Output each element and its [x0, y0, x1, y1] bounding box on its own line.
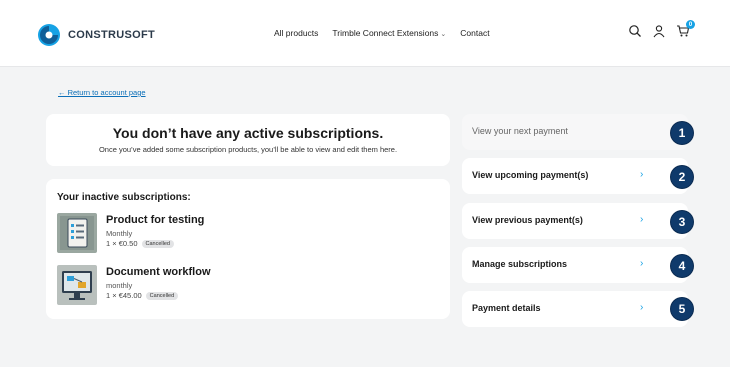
subscription-price: 1 × €0.50	[106, 239, 138, 248]
subscription-period: monthly	[106, 281, 133, 290]
nav-contact[interactable]: Contact	[460, 28, 489, 38]
logo[interactable]: CONSTRUSOFT	[36, 22, 155, 48]
payment-details-label: Payment details	[472, 303, 541, 313]
empty-state-text: Once you’ve added some subscription prod…	[98, 145, 398, 154]
search-icon[interactable]	[628, 24, 642, 38]
step-number-5: 5	[671, 298, 693, 320]
empty-state-card: You don’t have any active subscriptions.…	[46, 114, 450, 166]
subscription-name[interactable]: Document workflow	[106, 266, 211, 278]
subscription-price-row: 1 × €0.50 Cancelled	[106, 239, 174, 248]
cart-count-badge: 0	[686, 20, 695, 29]
brand-name: CONSTRUSOFT	[68, 29, 156, 41]
view-next-payment-label: View your next payment	[472, 126, 568, 136]
header-icons: 0	[628, 20, 695, 38]
chevron-right-icon: ›	[640, 258, 644, 269]
inactive-subscriptions-title: Your inactive subscriptions:	[57, 192, 191, 203]
subscription-price: 1 × €45.00	[106, 291, 142, 300]
view-next-payment-button: View your next payment	[462, 114, 688, 150]
view-previous-payments-label: View previous payment(s)	[472, 215, 583, 225]
step-number-2: 2	[671, 166, 693, 188]
chevron-right-icon: ›	[640, 302, 644, 313]
main-nav: All products Trimble Connect Extensions ⌄…	[274, 28, 490, 38]
nav-trimble-extensions-label: Trimble Connect Extensions	[332, 28, 439, 38]
manage-subscriptions-label: Manage subscriptions	[472, 259, 568, 269]
site-header: CONSTRUSOFT All products Trimble Connect…	[0, 0, 730, 67]
list-item[interactable]: Product for testing Monthly 1 × €0.50 Ca…	[57, 213, 437, 255]
manage-subscriptions-button[interactable]: Manage subscriptions ›	[462, 247, 688, 283]
step-number-3: 3	[671, 211, 693, 233]
view-upcoming-payments-label: View upcoming payment(s)	[472, 170, 589, 180]
status-badge: Cancelled	[145, 291, 179, 300]
empty-state-title: You don’t have any active subscriptions.	[112, 125, 384, 141]
view-previous-payments-button[interactable]: View previous payment(s) ›	[462, 203, 688, 239]
chevron-down-icon: ⌄	[440, 31, 447, 38]
chevron-right-icon: ›	[640, 214, 644, 225]
product-thumbnail-checklist-icon	[57, 213, 97, 253]
list-item[interactable]: Document workflow monthly 1 × €45.00 Can…	[57, 265, 437, 307]
cart-button[interactable]: 0	[676, 20, 695, 38]
nav-all-products[interactable]: All products	[274, 28, 318, 38]
subscription-price-row: 1 × €45.00 Cancelled	[106, 291, 179, 300]
status-badge: Cancelled	[141, 239, 174, 248]
subscription-period: Monthly	[106, 229, 133, 238]
subscription-name[interactable]: Product for testing	[106, 214, 204, 226]
chevron-right-icon: ›	[640, 169, 644, 180]
return-to-account-link[interactable]: ← Return to account page	[58, 88, 146, 97]
inactive-subscriptions-card: Your inactive subscriptions: Product for…	[46, 179, 450, 319]
step-number-1: 1	[671, 122, 693, 144]
step-number-4: 4	[671, 255, 693, 277]
user-icon[interactable]	[652, 24, 666, 38]
construsoft-logo-icon	[38, 24, 60, 46]
product-thumbnail-workflow-icon	[57, 265, 97, 305]
payment-details-button[interactable]: Payment details ›	[462, 291, 688, 327]
nav-trimble-extensions[interactable]: Trimble Connect Extensions ⌄	[332, 28, 446, 38]
view-upcoming-payments-button[interactable]: View upcoming payment(s) ›	[462, 158, 688, 194]
